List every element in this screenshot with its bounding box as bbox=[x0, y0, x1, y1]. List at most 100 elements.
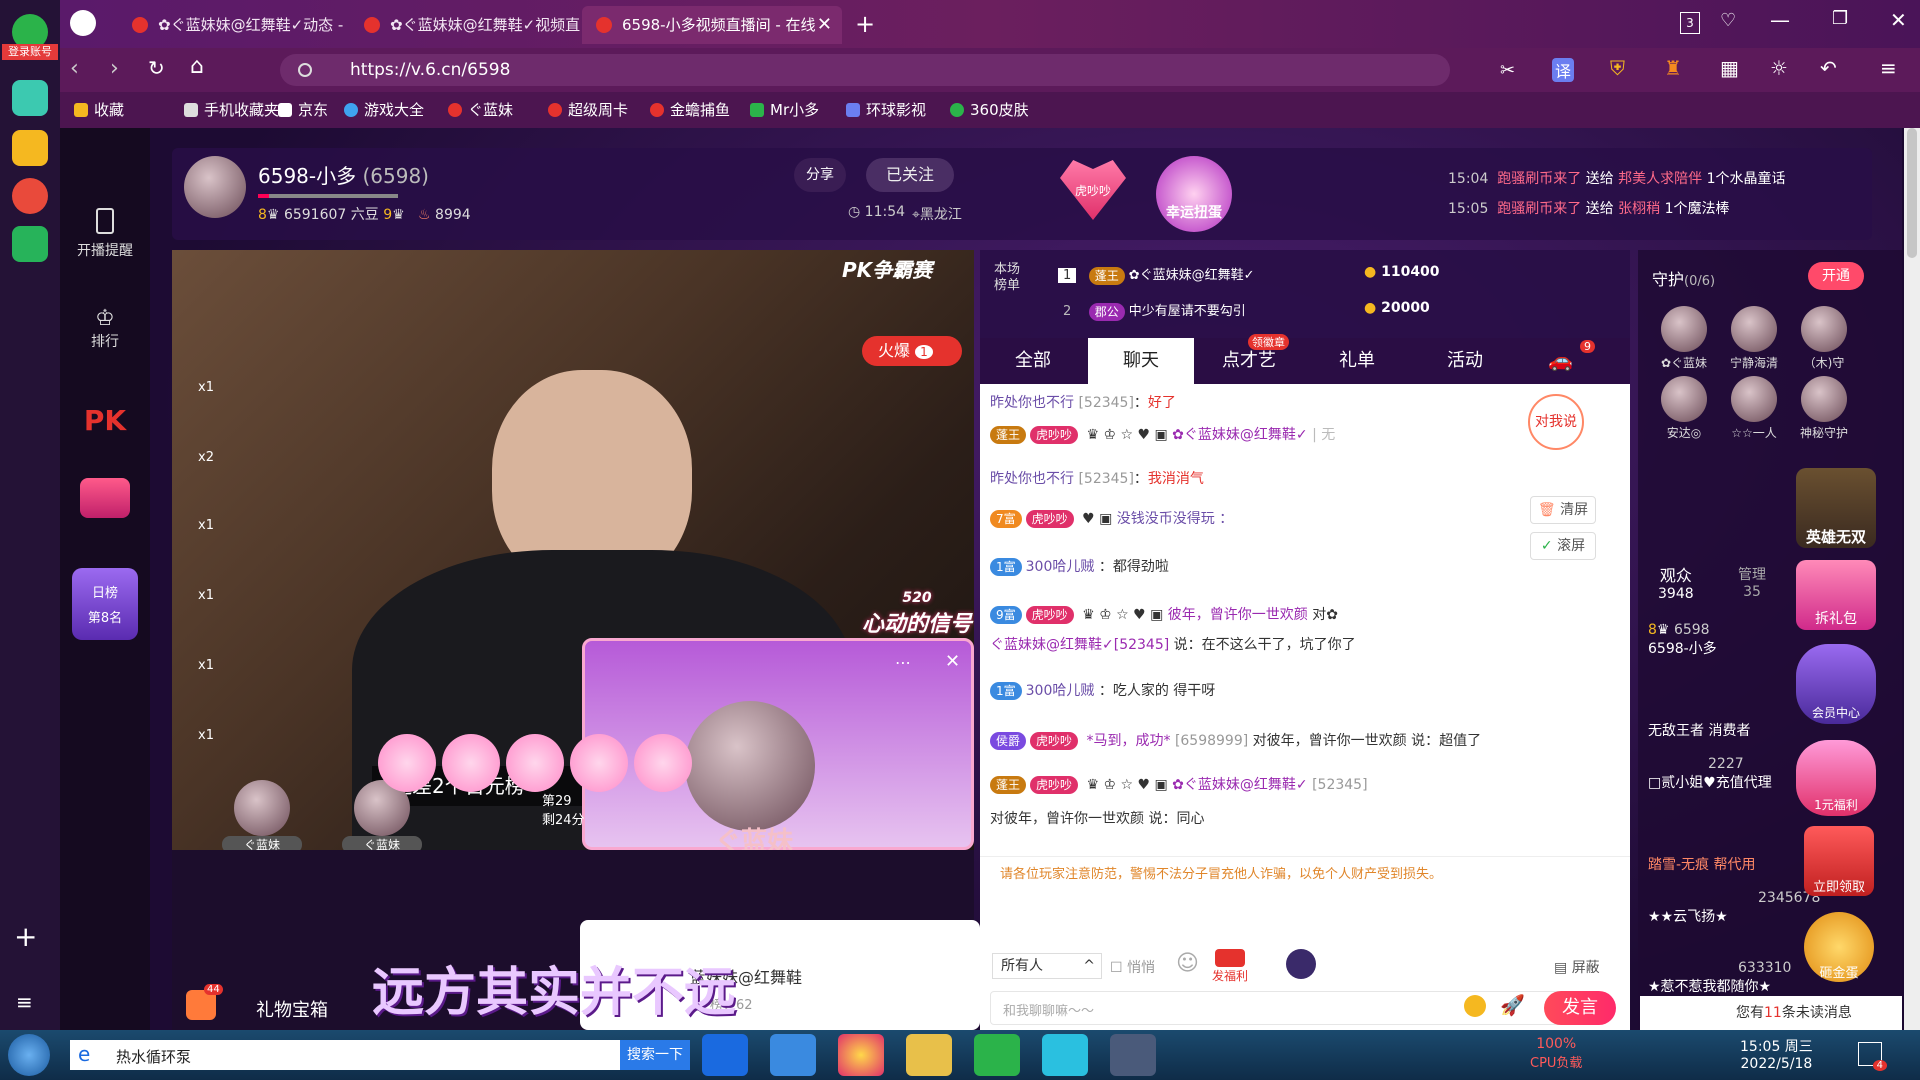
share-button[interactable]: 分享 bbox=[794, 158, 846, 192]
tab-chat[interactable]: 聊天 bbox=[1088, 338, 1194, 384]
pk-icon[interactable]: PK bbox=[60, 404, 150, 437]
forward-icon[interactable]: › bbox=[110, 56, 119, 81]
navigation-icon[interactable] bbox=[70, 10, 96, 36]
rank-row[interactable]: 2 郡公 中少有屋请不要勾引 bbox=[1058, 300, 1246, 321]
video-player-icon[interactable] bbox=[1042, 1034, 1088, 1076]
brightness-icon[interactable]: ☼ bbox=[1770, 56, 1788, 80]
ie-taskbar-icon[interactable] bbox=[770, 1034, 816, 1076]
window-close-icon[interactable]: ✕ bbox=[1890, 8, 1907, 32]
whisper-checkbox[interactable]: ☐ 悄悄 bbox=[1110, 957, 1155, 977]
audience-select[interactable]: 所有人 ^ bbox=[992, 953, 1102, 979]
audience-user[interactable]: 8♛ 6598 6598-小多 bbox=[1648, 622, 1717, 658]
bookmark-item[interactable]: 京东 bbox=[278, 92, 328, 128]
clear-screen-button[interactable]: 🗑 清屏 bbox=[1530, 496, 1596, 524]
restore-icon[interactable]: ❐ bbox=[1832, 8, 1848, 29]
bookmark-item[interactable]: 手机收藏夹 bbox=[184, 92, 279, 128]
mail-icon[interactable] bbox=[12, 226, 48, 262]
anchor-avatar[interactable] bbox=[184, 156, 246, 218]
bookmark-item[interactable]: ぐ蓝妹 bbox=[448, 92, 513, 128]
promo-member[interactable]: 会员中心 bbox=[1796, 644, 1876, 724]
tiger-promo[interactable]: 虎吵吵 bbox=[1060, 160, 1126, 220]
follow-button[interactable]: 已关注 bbox=[866, 158, 954, 192]
guard-slot[interactable]: 宁静海清 bbox=[1722, 306, 1786, 371]
ranking-link[interactable]: ♔ 排行 bbox=[60, 306, 150, 351]
kugou-icon[interactable] bbox=[702, 1034, 748, 1076]
bookmark-item[interactable]: 金蟾捕鱼 bbox=[650, 92, 730, 128]
rocket-icon[interactable]: 🚀 bbox=[1500, 993, 1525, 1017]
url-field[interactable]: https://v.6.cn/6598 bbox=[280, 54, 1450, 86]
tab-2[interactable]: ✿ぐ蓝妹妹@红舞鞋✓视频直播 bbox=[350, 6, 580, 44]
game-icon[interactable]: ♜ bbox=[1664, 56, 1682, 80]
video-player[interactable]: PK争霸赛 火爆 1 520心动的信号 还差2个百元榜 x1 x2 x1 x1 … bbox=[172, 250, 974, 850]
promo-hero[interactable]: 英雄无双 bbox=[1796, 468, 1876, 548]
undo-icon[interactable]: ↶ bbox=[1820, 56, 1837, 80]
audience-user[interactable]: 2345678 ★★云飞扬★ bbox=[1648, 890, 1820, 926]
weibo-icon[interactable] bbox=[12, 178, 48, 214]
page-scrollbar[interactable] bbox=[1904, 128, 1920, 1030]
login-account-button[interactable]: 登录账号 bbox=[2, 44, 58, 60]
skin-icon[interactable]: ♡ bbox=[1720, 10, 1736, 31]
scrollbar-thumb[interactable] bbox=[1907, 128, 1917, 258]
hot-badge[interactable]: 火爆 1 bbox=[862, 336, 962, 366]
live-gift-icon[interactable] bbox=[60, 478, 150, 518]
menu-icon[interactable]: ≡ bbox=[1880, 56, 1897, 80]
bookmark-item[interactable]: 360皮肤 bbox=[950, 92, 1029, 128]
send-button[interactable]: 发言 bbox=[1544, 991, 1616, 1025]
live-reminder[interactable]: 开播提醒 bbox=[60, 208, 150, 260]
audience-user[interactable]: 633310 ★惹不惹我都随你★ bbox=[1648, 960, 1791, 996]
car-icon[interactable]: 🚗 bbox=[1548, 348, 1573, 372]
guard-slot[interactable]: ✿ぐ蓝妹 bbox=[1652, 306, 1716, 371]
scissors-icon[interactable]: ✂ bbox=[1500, 60, 1515, 81]
daily-rank-badge[interactable]: 日榜 第8名 bbox=[72, 568, 138, 640]
welfare-button[interactable]: 发福利 bbox=[1212, 949, 1248, 984]
close-icon[interactable]: ✕ bbox=[817, 6, 832, 44]
promo-golden-egg[interactable]: 砸金蛋 bbox=[1804, 912, 1874, 982]
bookmark-item[interactable]: 超级周卡 bbox=[548, 92, 628, 128]
bookmark-item[interactable]: Mr小多 bbox=[750, 92, 819, 128]
shield-button[interactable]: ▤ 屏蔽 bbox=[1554, 957, 1600, 977]
bookmark-item[interactable]: 环球影视 bbox=[846, 92, 926, 128]
close-icon[interactable]: ✕ bbox=[945, 651, 960, 672]
back-icon[interactable]: ‹ bbox=[70, 56, 79, 81]
translate-icon[interactable]: 译 bbox=[1552, 58, 1575, 82]
sidebar-app-icon[interactable] bbox=[12, 80, 48, 116]
guard-slot[interactable]: 安达◎ bbox=[1652, 376, 1716, 441]
gift-box-icon[interactable]: 44 bbox=[186, 984, 223, 1020]
tab-3[interactable]: 6598-小多视频直播间 - 在线 ✕ bbox=[582, 6, 842, 44]
grid-icon[interactable]: ▦ bbox=[1720, 56, 1739, 80]
lucky-egg-promo[interactable]: 幸运扭蛋 bbox=[1156, 156, 1232, 232]
promo-one-yuan[interactable]: 1元福利 bbox=[1796, 740, 1876, 816]
new-tab-button[interactable]: + bbox=[855, 10, 875, 38]
bookmark-item[interactable]: 游戏大全 bbox=[344, 92, 424, 128]
refresh-icon[interactable]: ↻ bbox=[148, 56, 165, 80]
talk-to-me-button[interactable]: 对我说 bbox=[1528, 394, 1584, 450]
chrome-icon[interactable] bbox=[838, 1034, 884, 1076]
seat[interactable]: ぐ蓝妹 bbox=[222, 780, 302, 850]
emoji-icon[interactable]: ☺ bbox=[1176, 951, 1199, 976]
browser-360-icon[interactable] bbox=[974, 1034, 1020, 1076]
cpu-monitor[interactable]: 100% CPU负载 bbox=[1530, 1036, 1582, 1071]
tab-count[interactable]: 3 bbox=[1680, 12, 1700, 34]
scroll-screen-button[interactable]: ✓ 滚屏 bbox=[1530, 532, 1596, 560]
minimize-icon[interactable]: — bbox=[1770, 8, 1790, 32]
admin-tab[interactable]: 管理 35 bbox=[1738, 564, 1766, 600]
open-guard-button[interactable]: 开通 bbox=[1808, 262, 1864, 290]
more-icon[interactable]: ⋯ bbox=[895, 653, 911, 672]
search-button[interactable]: 搜索一下 bbox=[620, 1040, 690, 1070]
add-icon[interactable]: + bbox=[14, 920, 37, 953]
audience-user[interactable]: 2227 □贰小姐♥充值代理 bbox=[1648, 756, 1772, 792]
guard-slot[interactable]: （木)守 bbox=[1792, 306, 1856, 371]
shield-icon[interactable]: ⛨ bbox=[1610, 56, 1625, 80]
tab-1[interactable]: ✿ぐ蓝妹妹@红舞鞋✓动态 - 在 bbox=[118, 6, 348, 44]
gift-box-label[interactable]: 礼物宝箱 bbox=[256, 996, 328, 1022]
guard-slot[interactable]: ☆☆一人 bbox=[1722, 376, 1786, 441]
guard-slot[interactable]: 神秘守护 bbox=[1792, 376, 1856, 441]
home-icon[interactable]: ⌂ bbox=[190, 54, 204, 79]
folder-icon[interactable] bbox=[906, 1034, 952, 1076]
favorites-icon[interactable] bbox=[12, 130, 48, 166]
app-icon[interactable] bbox=[1110, 1034, 1156, 1076]
start-button[interactable] bbox=[8, 1034, 50, 1076]
promo-claim[interactable]: 立即领取 bbox=[1804, 826, 1874, 896]
tab-gift-list[interactable]: 礼单 bbox=[1304, 338, 1410, 384]
audience-tab[interactable]: 观众 3948 bbox=[1658, 562, 1694, 602]
